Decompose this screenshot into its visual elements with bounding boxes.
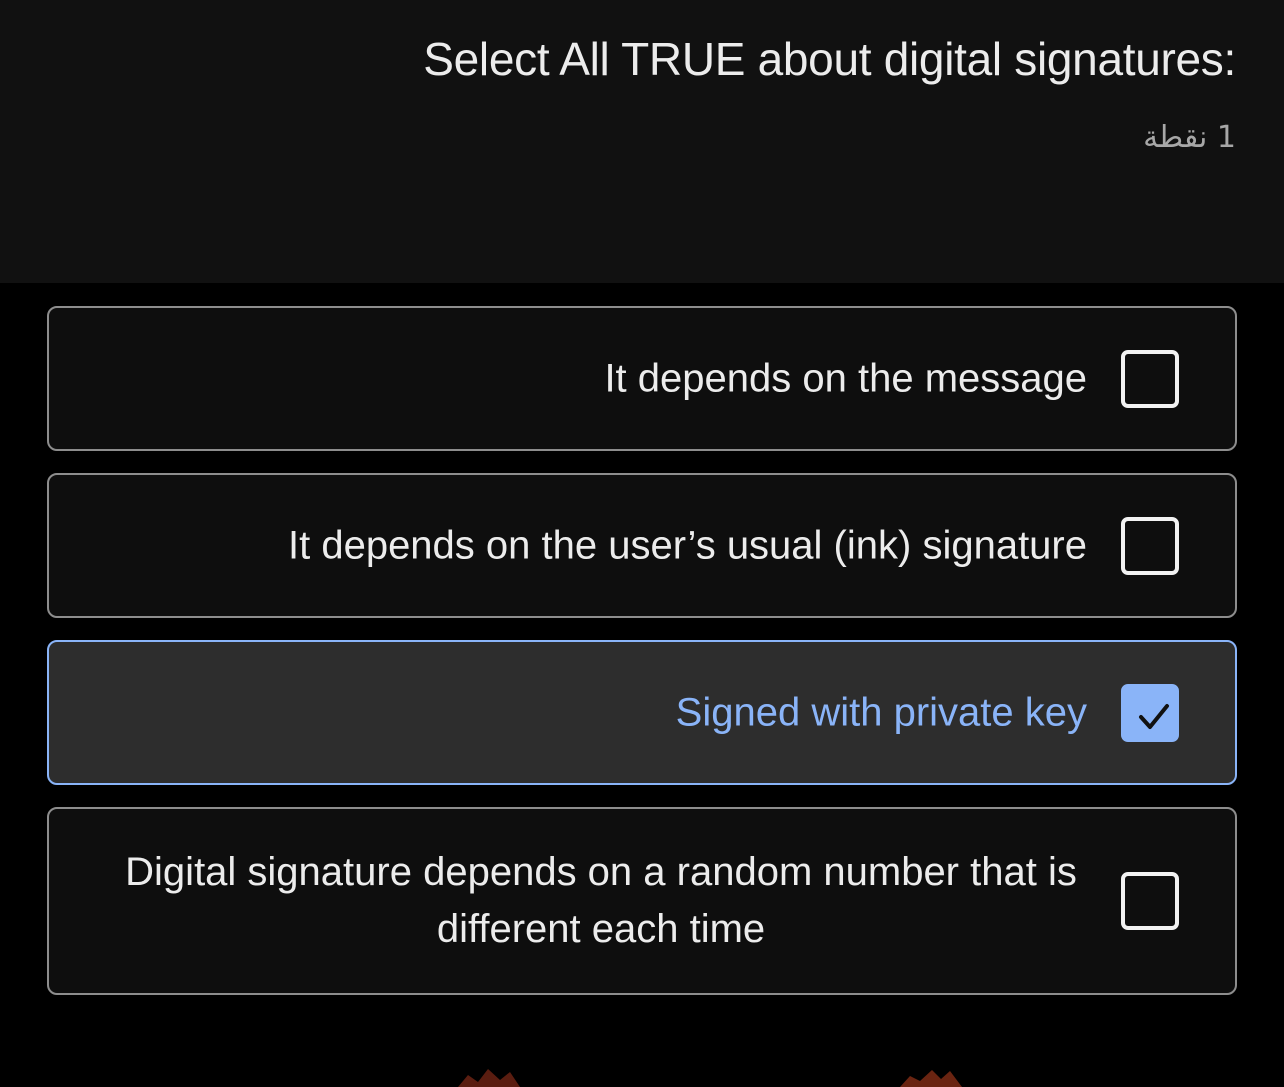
option-label: Signed with private key [675,690,1087,734]
question-points: 1 نقطة [1143,120,1236,155]
background-art [458,1069,962,1087]
quiz-page: Select All TRUE about digital signatures… [0,0,1284,1087]
option-message[interactable]: It depends on the message [47,306,1237,451]
option-random-number[interactable]: Digital signature depends on a random nu… [47,807,1237,995]
option-label: It depends on the message [604,356,1087,400]
question-title: Select All TRUE about digital signatures… [423,33,1236,85]
option-label: It depends on the user’s usual (ink) sig… [287,523,1087,567]
option-private-key[interactable]: Signed with private key [47,640,1237,785]
option-ink-signature[interactable]: It depends on the user’s usual (ink) sig… [47,473,1237,618]
checkmark-icon [1139,703,1169,729]
option-checkbox[interactable] [1121,349,1179,408]
option-checkbox[interactable] [1121,872,1179,930]
option-label: Digital signature depends on a random nu… [125,850,1077,951]
answer-options: It depends on the message It depends on … [47,306,1237,1017]
question-header: Select All TRUE about digital signatures… [0,0,1284,283]
option-checkbox-checked[interactable] [1121,683,1179,742]
option-checkbox[interactable] [1121,516,1179,575]
